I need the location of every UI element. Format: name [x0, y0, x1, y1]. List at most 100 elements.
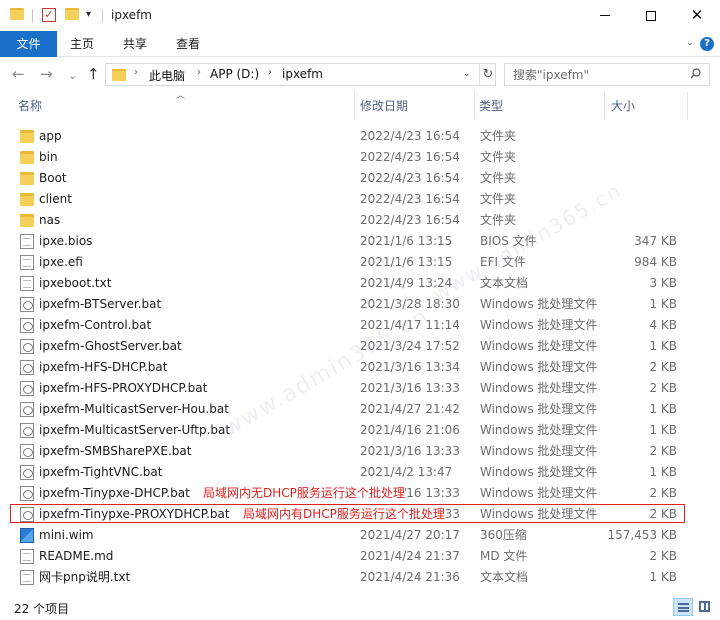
file-name: ipxefm-SMBSharePXE.bat	[39, 444, 192, 458]
list-item[interactable]: README.md 2021/4/24 21:37 MD 文件 2 KB	[0, 546, 720, 567]
file-size: 2 KB	[649, 360, 677, 374]
file-date: 2021/4/9 13:24	[360, 276, 453, 290]
file-icon	[20, 234, 34, 249]
column-name[interactable]: 名称	[14, 92, 354, 120]
list-item[interactable]: mini.wim 2021/4/27 20:17 360压缩 157,453 K…	[0, 525, 720, 546]
file-size	[560, 189, 677, 210]
list-item[interactable]: ipxefm-BTServer.bat 2021/3/28 18:30 Wind…	[0, 294, 720, 315]
batch-file-icon	[20, 444, 34, 459]
folder-icon	[20, 151, 34, 164]
column-date[interactable]: 修改日期	[356, 92, 474, 120]
file-size: 2 KB	[649, 381, 677, 395]
column-header: ︿ 名称 修改日期 类型 大小	[0, 91, 720, 120]
tab-home[interactable]: 主页	[58, 31, 106, 57]
list-item[interactable]: ipxe.bios 2021/1/6 13:15 BIOS 文件 347 KB	[0, 231, 720, 252]
tab-share[interactable]: 共享	[111, 31, 159, 57]
file-name: ipxefm-GhostServer.bat	[39, 339, 182, 353]
list-item[interactable]: 网卡pnp说明.txt 2021/4/24 21:36 文本文档 1 KB	[0, 567, 720, 588]
file-size: 1 KB	[649, 423, 677, 437]
folder-icon	[20, 193, 34, 206]
search-icon[interactable]	[690, 68, 701, 79]
tab-view[interactable]: 查看	[164, 31, 212, 57]
file-icon	[20, 255, 34, 270]
highlight-box	[10, 504, 685, 523]
file-type: MD 文件	[480, 549, 528, 563]
search-box[interactable]	[504, 63, 710, 86]
address-history-icon[interactable]: ⌄	[463, 69, 471, 79]
close-icon: ✕	[690, 6, 704, 24]
file-date: 2022/4/23 16:54	[360, 192, 460, 206]
file-date: 2021/3/28 18:30	[360, 297, 460, 311]
file-date: 2021/4/24 21:36	[360, 570, 460, 584]
maximize-button[interactable]	[628, 0, 674, 31]
breadcrumb-this-pc[interactable]: 此电脑	[149, 67, 185, 84]
file-date: 2021/1/6 13:15	[360, 255, 453, 269]
breadcrumb-drive[interactable]: APP (D:)	[210, 67, 259, 81]
file-size	[560, 210, 677, 231]
file-type: BIOS 文件	[480, 234, 537, 248]
list-item[interactable]: ipxefm-SMBSharePXE.bat 2021/3/16 13:33 W…	[0, 441, 720, 462]
text-file-icon	[20, 276, 34, 291]
file-size: 1 KB	[649, 402, 677, 416]
file-size: 157,453 KB	[607, 528, 677, 542]
list-item[interactable]: app 2022/4/23 16:54 文件夹	[0, 126, 720, 147]
list-item[interactable]: bin 2022/4/23 16:54 文件夹	[0, 147, 720, 168]
divider	[32, 9, 33, 23]
new-folder-icon[interactable]	[65, 8, 79, 20]
file-size: 4 KB	[649, 318, 677, 332]
customize-quick-access-icon[interactable]: ▾	[86, 9, 91, 20]
list-item[interactable]: ipxefm-MulticastServer-Hou.bat 2021/4/27…	[0, 399, 720, 420]
forward-button[interactable]: →	[40, 64, 53, 84]
expand-ribbon-icon[interactable]: ⌄	[686, 37, 694, 48]
list-item[interactable]: ipxefm-Tinypxe-DHCP.bat 2021/3/16 13:33 …	[0, 483, 720, 504]
list-item[interactable]: ipxefm-TightVNC.bat 2021/4/2 13:47 Windo…	[0, 462, 720, 483]
list-item[interactable]: ipxefm-HFS-DHCP.bat 2021/3/16 13:34 Wind…	[0, 357, 720, 378]
help-icon[interactable]: ?	[700, 37, 714, 51]
list-item[interactable]: ipxe.efi 2021/1/6 13:15 EFI 文件 984 KB	[0, 252, 720, 273]
up-button[interactable]: ↑	[87, 64, 100, 84]
file-name: ipxefm-Control.bat	[39, 318, 152, 332]
address-bar[interactable]: › 此电脑 › APP (D:) › ipxefm ⌄ ↻	[105, 63, 496, 86]
text-file-icon	[20, 570, 34, 585]
column-divider[interactable]	[687, 92, 688, 120]
list-item[interactable]: ipxefm-MulticastServer-Uftp.bat 2021/4/1…	[0, 420, 720, 441]
file-type: 文件夹	[480, 150, 517, 164]
navigation-bar: ← → ⌄ ↑ › 此电脑 › APP (D:) › ipxefm ⌄ ↻	[0, 57, 720, 91]
list-item[interactable]: ipxeboot.txt 2021/4/9 13:24 文本文档 3 KB	[0, 273, 720, 294]
list-item[interactable]: ipxefm-HFS-PROXYDHCP.bat 2021/3/16 13:33…	[0, 378, 720, 399]
file-date: 2022/4/23 16:54	[360, 213, 460, 227]
column-type[interactable]: 类型	[475, 92, 603, 120]
file-name: ipxefm-HFS-DHCP.bat	[39, 360, 168, 374]
back-button[interactable]: ←	[12, 64, 25, 84]
breadcrumb-folder[interactable]: ipxefm	[282, 67, 323, 81]
column-size[interactable]: 大小	[607, 92, 687, 120]
details-view-button[interactable]	[673, 598, 693, 616]
recent-locations-button[interactable]: ⌄	[68, 66, 77, 86]
properties-icon[interactable]: ✓	[42, 8, 56, 22]
folder-icon	[10, 8, 24, 20]
maximize-icon	[646, 10, 656, 21]
list-item[interactable]: ipxefm-GhostServer.bat 2021/3/24 17:52 W…	[0, 336, 720, 357]
tab-file[interactable]: 文件	[0, 31, 57, 57]
chevron-right-icon[interactable]: ›	[197, 67, 201, 78]
file-date: 2022/4/23 16:54	[360, 129, 460, 143]
file-name: ipxeboot.txt	[39, 276, 112, 290]
column-divider[interactable]	[604, 92, 605, 120]
list-item[interactable]: client 2022/4/23 16:54 文件夹	[0, 189, 720, 210]
batch-file-icon	[20, 297, 34, 312]
list-item[interactable]: nas 2022/4/23 16:54 文件夹	[0, 210, 720, 231]
column-divider[interactable]	[354, 92, 355, 120]
search-input[interactable]	[513, 66, 681, 83]
minimize-button[interactable]	[582, 0, 628, 31]
file-size	[560, 168, 677, 189]
list-item[interactable]: ipxefm-Control.bat 2021/4/17 11:14 Windo…	[0, 315, 720, 336]
chevron-right-icon[interactable]: ›	[268, 67, 272, 78]
chevron-right-icon[interactable]: ›	[134, 67, 138, 78]
file-date: 2021/4/27 21:42	[360, 402, 460, 416]
large-icons-view-button[interactable]	[695, 598, 715, 616]
close-button[interactable]: ✕	[674, 0, 720, 31]
file-size: 1 KB	[649, 465, 677, 479]
list-item[interactable]: Boot 2022/4/23 16:54 文件夹	[0, 168, 720, 189]
refresh-icon[interactable]: ↻	[479, 64, 496, 85]
file-name: mini.wim	[39, 528, 94, 542]
